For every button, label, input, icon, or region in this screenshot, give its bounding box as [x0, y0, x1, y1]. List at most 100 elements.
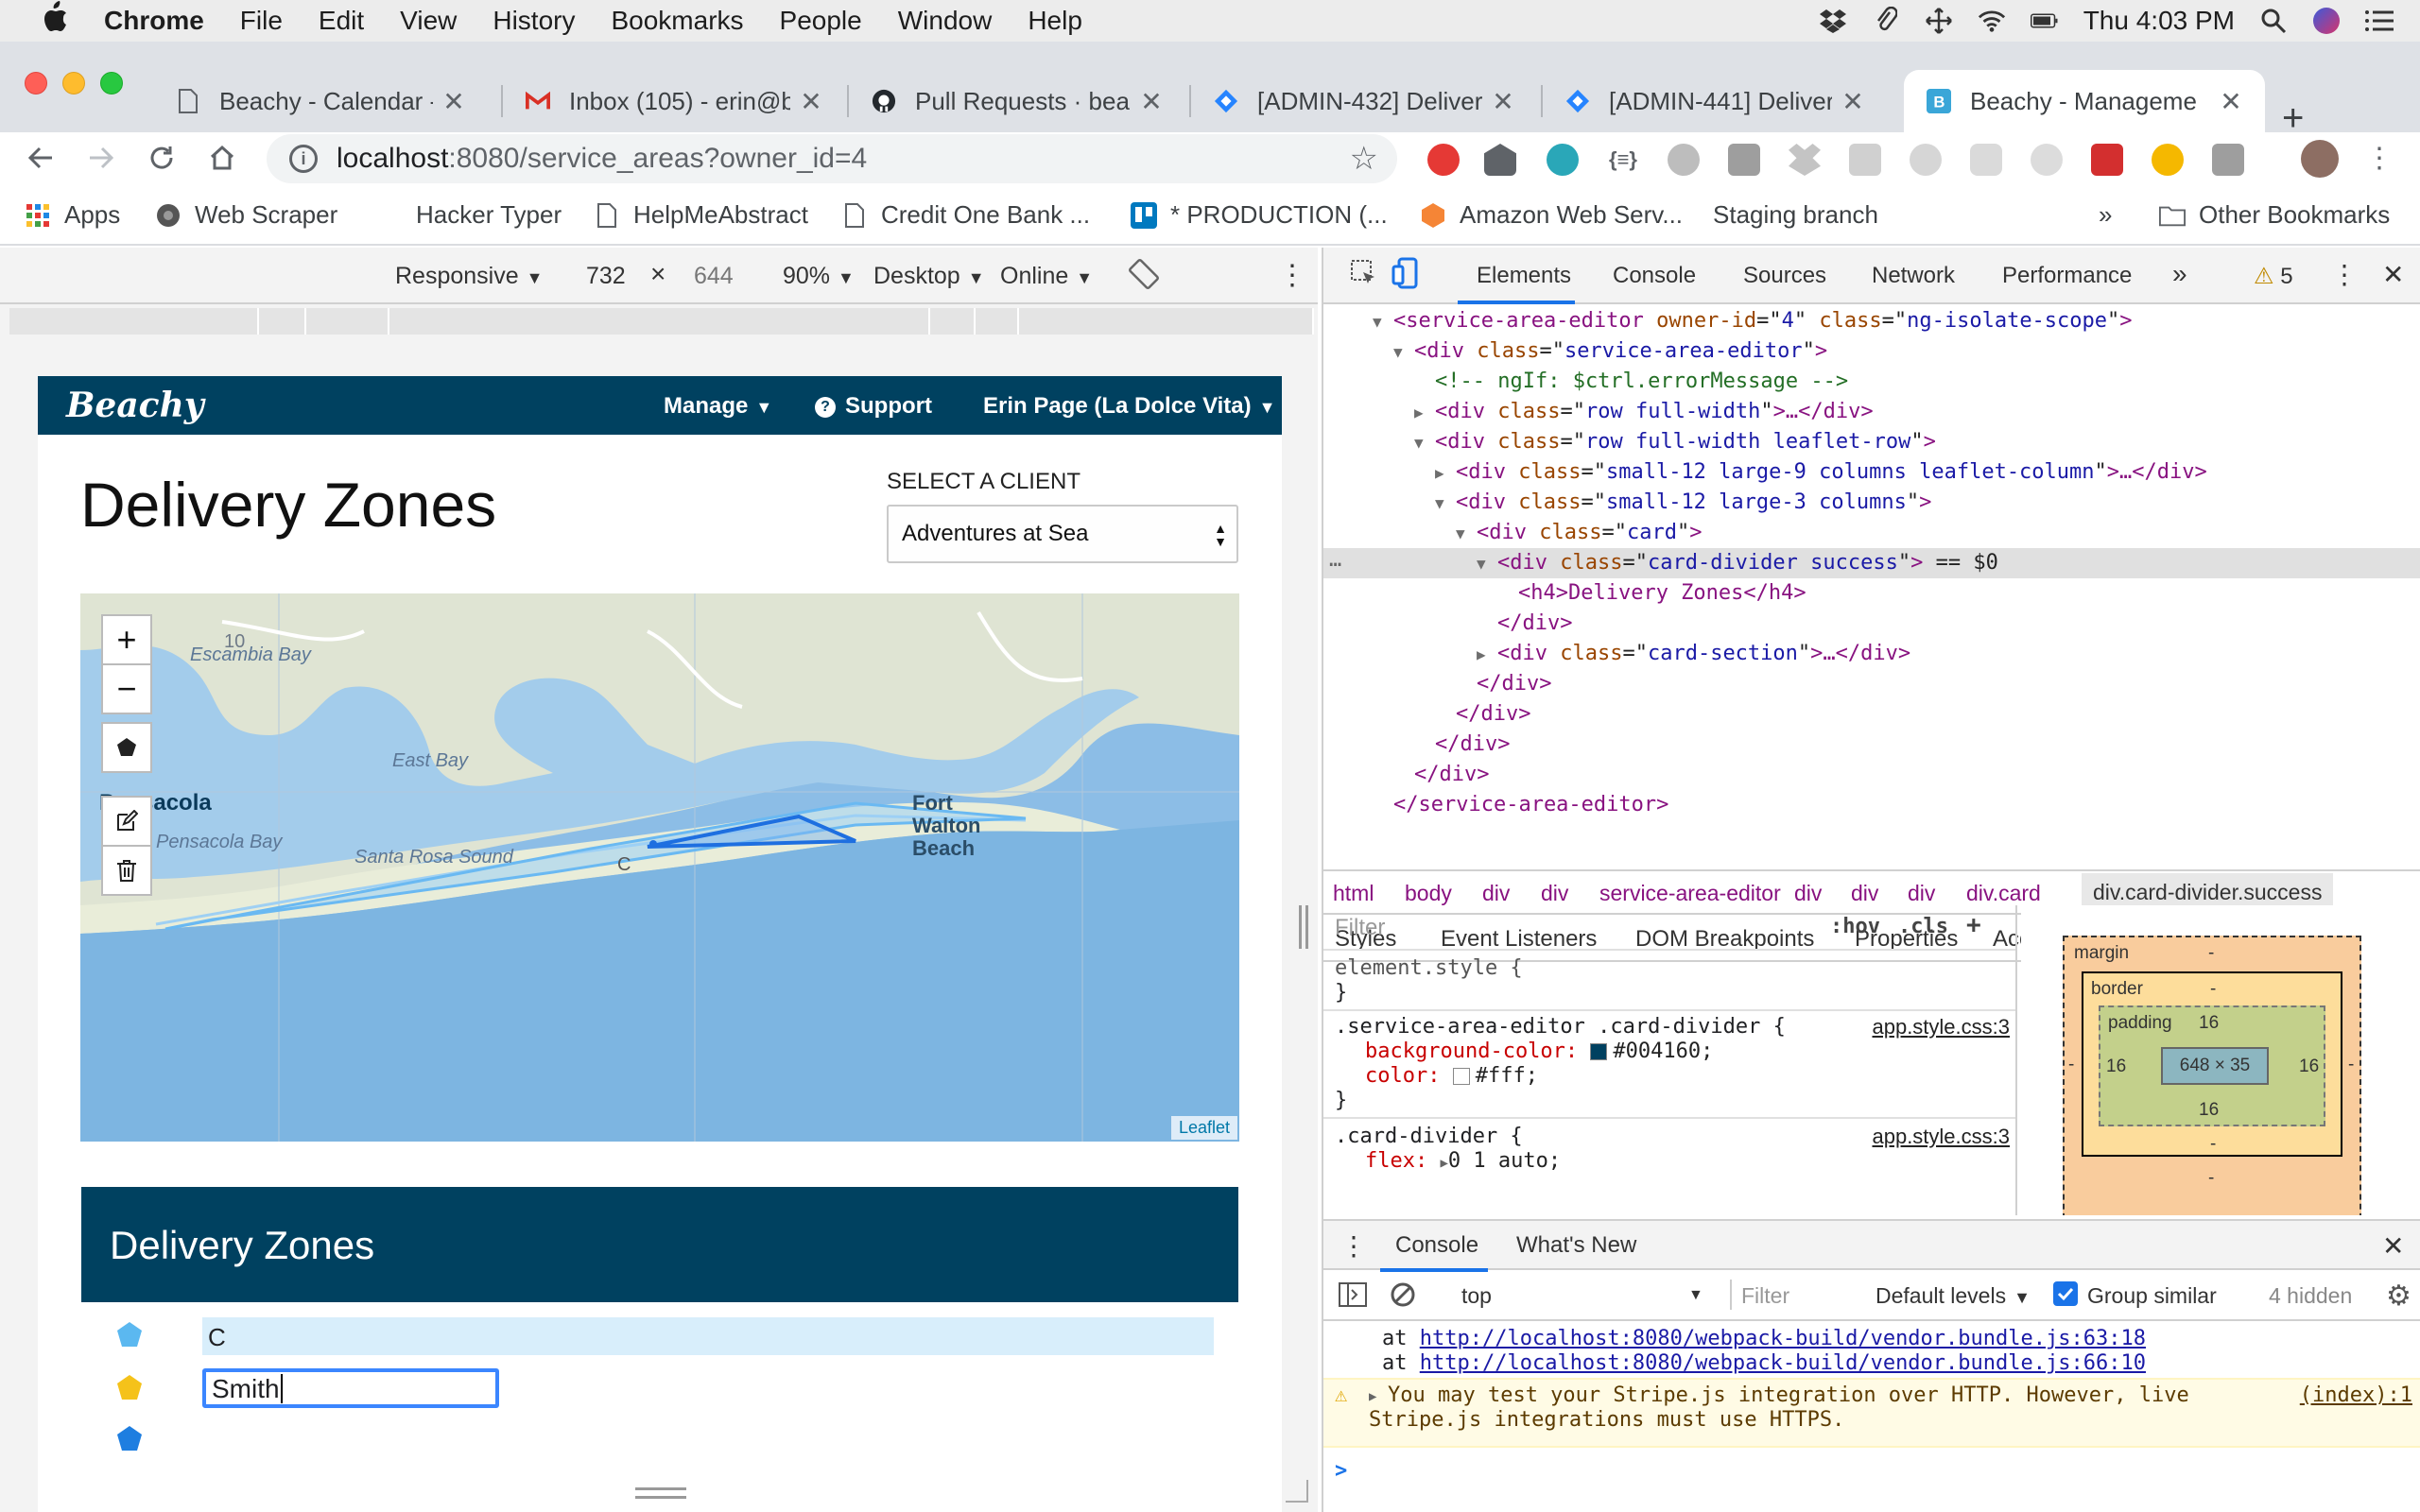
viewport-width-input[interactable]: 732 — [586, 263, 626, 290]
close-drawer-icon[interactable]: ✕ — [2382, 1230, 2404, 1262]
dom-node-line[interactable]: <!-- ngIf: $ctrl.errorMessage --> — [1414, 367, 1848, 397]
rule-selector[interactable]: .service-area-editor .card-divider { — [1335, 1015, 1786, 1039]
breadcrumb-item[interactable]: div — [1851, 881, 1878, 906]
extension-react-icon[interactable] — [1547, 144, 1579, 176]
edit-layers-icon[interactable] — [101, 796, 152, 847]
bookmark-apps[interactable]: Apps — [25, 200, 120, 230]
execution-context-select[interactable]: top — [1461, 1283, 1632, 1309]
zone-color-polygon-icon[interactable] — [115, 1374, 144, 1402]
menu-bookmarks[interactable]: Bookmarks — [611, 6, 743, 36]
expand-triangle-icon[interactable]: ▼ — [1477, 549, 1497, 579]
box-model-content[interactable]: 648 × 35 — [2161, 1047, 2269, 1085]
stack-trace-link[interactable]: http://localhost:8080/webpack-build/vend… — [1420, 1327, 2146, 1350]
breadcrumb-item[interactable]: body — [1405, 881, 1452, 906]
dom-node-line[interactable]: ▼ <div class="small-12 large-3 columns"> — [1435, 488, 1931, 518]
dom-node-line[interactable]: ▶ <div class="row full-width">…</div> — [1414, 397, 1874, 427]
breadcrumb-item[interactable]: div — [1482, 881, 1510, 906]
box-model-padding[interactable]: padding 16 16 16 16 648 × 35 — [2099, 1005, 2325, 1126]
dom-node-line[interactable]: ▼ <div class="row full-width leaflet-row"… — [1414, 427, 1936, 457]
back-button[interactable] — [21, 138, 60, 178]
delete-layers-icon[interactable] — [101, 845, 152, 896]
clear-console-icon[interactable] — [1390, 1281, 1416, 1314]
ruler-segment[interactable] — [389, 308, 930, 335]
dom-node-line[interactable]: ▼ <service-area-editor owner-id="4" class… — [1373, 306, 2133, 336]
zoom-in-button[interactable]: + — [101, 614, 152, 665]
zone-color-polygon-icon[interactable] — [115, 1321, 144, 1349]
bookmark-star-icon[interactable]: ☆ — [1350, 140, 1378, 178]
drawer-menu-icon[interactable]: ⋮ — [1340, 1230, 1367, 1262]
zoom-select[interactable]: 90% ▼ — [783, 263, 855, 290]
tab-close-icon[interactable]: ✕ — [442, 86, 465, 117]
dom-node-line[interactable]: </div> — [1414, 730, 1510, 760]
menu-app-chrome[interactable]: Chrome — [104, 6, 204, 36]
ruler-segment[interactable] — [259, 308, 306, 335]
address-bar[interactable]: i localhost:8080/service_areas?owner_id=… — [267, 134, 1397, 183]
console-filter-input[interactable]: Filter — [1741, 1283, 1789, 1309]
expand-triangle-icon[interactable]: ▼ — [1373, 307, 1393, 337]
extension-adblock-icon[interactable] — [1427, 144, 1460, 176]
console-prompt[interactable]: > — [1335, 1459, 1347, 1483]
hover-state-toggle[interactable]: :hov — [1830, 915, 1880, 938]
node-actions-ellipsis[interactable]: … — [1329, 548, 1341, 572]
tab-network[interactable]: Network — [1872, 263, 1955, 289]
tab-beachy-management-active[interactable]: B Beachy - Manageme ✕ — [1904, 70, 2265, 132]
tab-close-icon[interactable]: ✕ — [1140, 86, 1163, 117]
extension-gear-icon[interactable] — [1970, 144, 2002, 176]
new-style-rule-icon[interactable]: + — [1966, 911, 1981, 939]
rule-source-link[interactable]: app.style.css:3 — [1872, 1125, 2010, 1149]
maximize-window-button[interactable] — [100, 72, 123, 94]
expand-triangle-icon[interactable]: ▶ — [1477, 640, 1497, 670]
menu-window[interactable]: Window — [898, 6, 993, 36]
expand-triangle-icon[interactable]: ▼ — [1414, 428, 1435, 458]
spotlight-search-icon[interactable] — [2259, 7, 2288, 35]
devtools-menu-icon[interactable]: ⋮ — [2331, 259, 2358, 290]
dom-node-line[interactable]: </service-area-editor> — [1373, 790, 1668, 820]
zone-name-field[interactable]: C — [202, 1317, 1214, 1355]
tab-jira-admin-432[interactable]: [ADMIN-432] Deliver ✕ — [1191, 70, 1537, 132]
tab-close-icon[interactable]: ✕ — [1841, 86, 1864, 117]
menu-history[interactable]: History — [493, 6, 575, 36]
color-swatch-icon[interactable] — [1590, 1043, 1608, 1060]
bookmark-hacker-typer[interactable]: Hacker Typer — [416, 200, 562, 230]
network-throttle-select[interactable]: Online ▼ — [1000, 263, 1093, 290]
client-select[interactable]: Adventures at Sea ▲ ▼ — [887, 505, 1238, 563]
rule-selector[interactable]: .card-divider { — [1335, 1125, 1523, 1148]
beachy-logo[interactable]: Beachy — [66, 386, 204, 425]
bookmark-production[interactable]: * PRODUCTION (... — [1131, 200, 1388, 230]
dom-node-line[interactable]: ▼ <div class="card"> — [1456, 518, 1702, 548]
styles-filter-input[interactable]: Filter — [1335, 915, 1789, 941]
profile-avatar[interactable] — [2301, 140, 2339, 178]
menubar-clock[interactable]: Thu 4:03 PM — [2083, 6, 2235, 36]
menu-edit[interactable]: Edit — [319, 6, 364, 36]
dom-node-line[interactable]: </div> — [1393, 760, 1489, 790]
bookmark-aws[interactable]: Amazon Web Serv... — [1420, 200, 1683, 230]
delivery-zones-map[interactable]: 10 Pensacola Escambia Bay East Bay Pensa… — [80, 593, 1239, 1142]
support-link[interactable]: ? Support — [815, 393, 932, 420]
extension-h-icon[interactable] — [1728, 144, 1760, 176]
tab-jira-admin-441[interactable]: [ADMIN-441] Delivery ✕ — [1543, 70, 1887, 132]
dom-node-line[interactable]: </div> — [1456, 669, 1551, 699]
device-type-select[interactable]: Desktop ▼ — [873, 263, 985, 290]
breadcrumb-item[interactable]: div — [1794, 881, 1822, 906]
inspect-element-icon[interactable] — [1350, 259, 1378, 294]
dom-node-line[interactable]: </div> — [1435, 699, 1530, 730]
dropbox-icon[interactable] — [1819, 7, 1847, 35]
move-arrows-icon[interactable] — [1925, 7, 1953, 35]
new-tab-button[interactable]: + — [2282, 99, 2304, 137]
bookmarks-overflow-chevron[interactable]: » — [2099, 200, 2112, 230]
draw-polygon-icon[interactable] — [101, 722, 152, 773]
more-tabs-chevron[interactable]: » — [2172, 259, 2187, 289]
rotate-device-icon[interactable] — [1129, 259, 1159, 296]
tab-performance[interactable]: Performance — [2002, 263, 2132, 289]
battery-icon[interactable] — [2030, 7, 2059, 35]
chrome-menu-icon[interactable]: ⋮ — [2360, 138, 2399, 178]
zone-color-polygon-icon[interactable] — [115, 1425, 144, 1453]
tab-github-pull-requests[interactable]: Pull Requests · beach ✕ — [849, 70, 1185, 132]
expand-triangle-icon[interactable]: ▼ — [1456, 519, 1477, 549]
minimize-window-button[interactable] — [62, 72, 85, 94]
rule-source-link[interactable]: app.style.css:3 — [1872, 1015, 2010, 1040]
bookmark-helpmeabstract[interactable]: HelpMeAbstract — [594, 200, 808, 230]
dom-node-line[interactable]: ▶ <div class="card-section">…</div> — [1477, 639, 1910, 669]
viewport-resize-handle[interactable] — [635, 1487, 686, 1499]
zoom-out-button[interactable]: − — [101, 663, 152, 714]
